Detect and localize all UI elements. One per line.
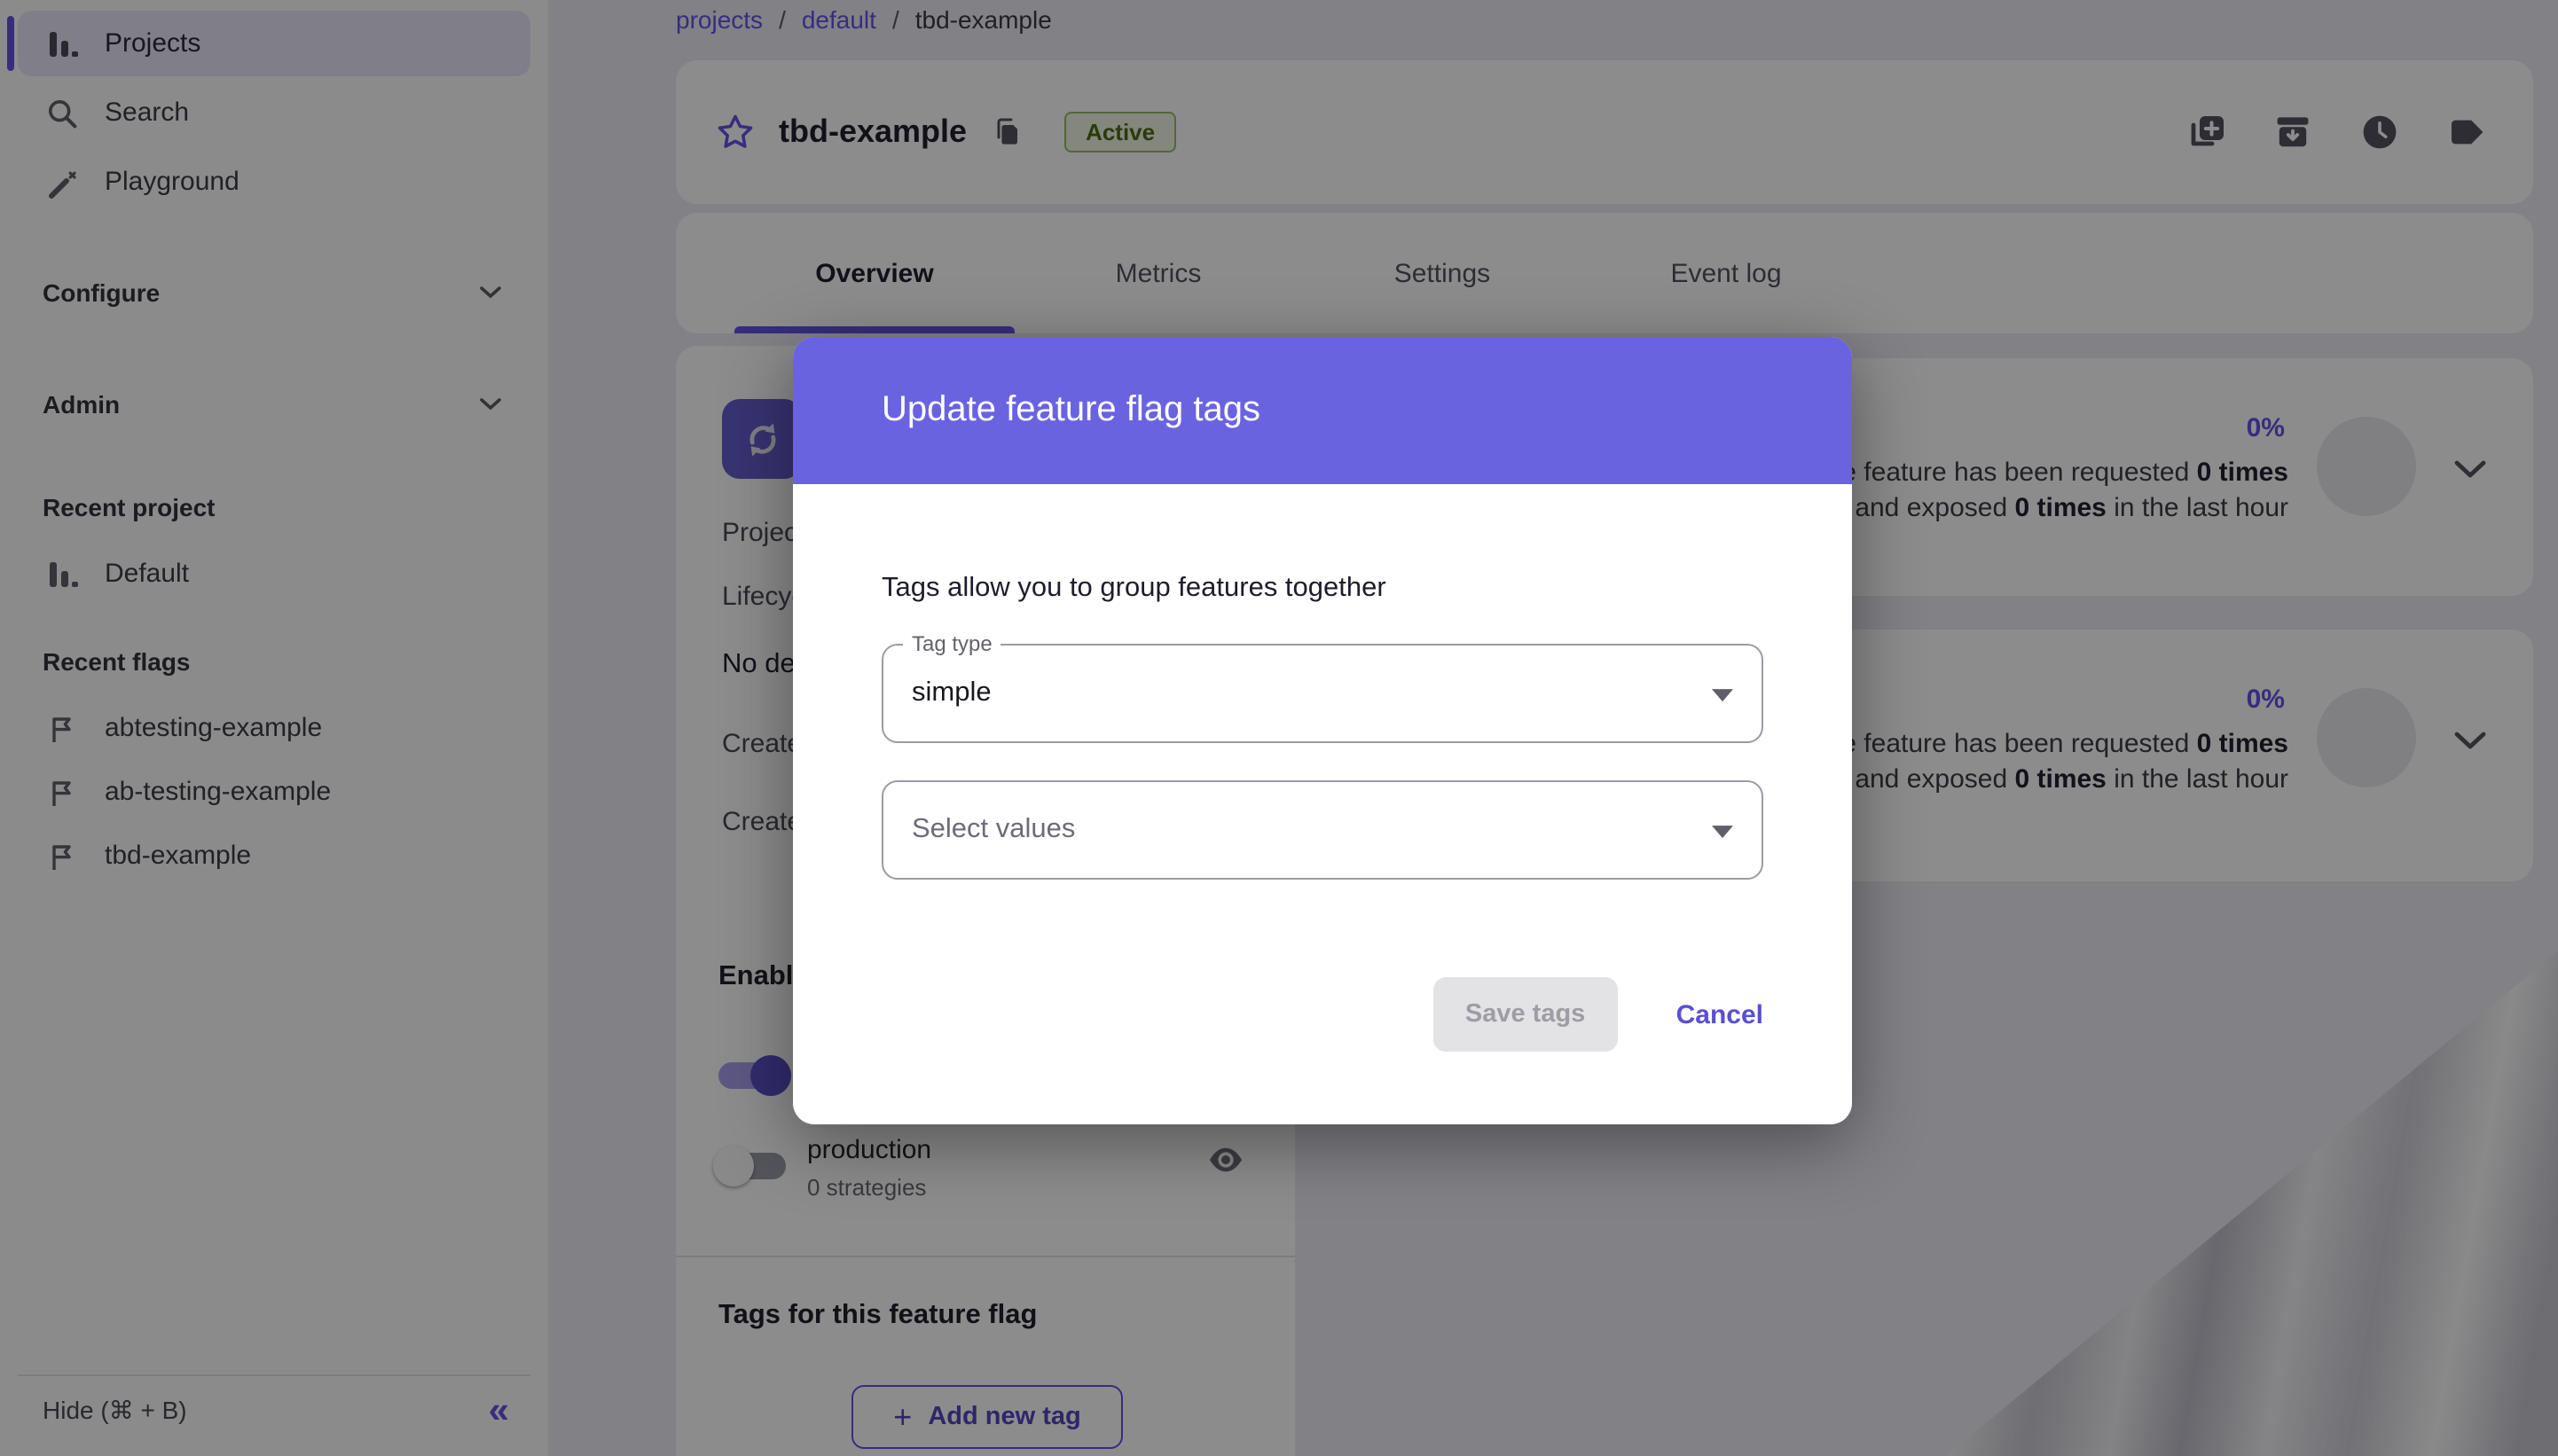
cancel-button[interactable]: Cancel	[1676, 999, 1763, 1029]
tag-type-select[interactable]: Tag type simple	[882, 631, 1763, 743]
tag-values-placeholder: Select values	[912, 814, 1076, 844]
screen: Projects Search Playground Configure Adm…	[0, 0, 2558, 1456]
modal-title: Update feature flag tags	[882, 390, 1260, 429]
app-viewport: Projects Search Playground Configure Adm…	[0, 0, 2558, 1456]
tag-type-value: simple	[912, 677, 992, 708]
modal-description: Tags allow you to group features togethe…	[882, 573, 1386, 603]
modal-body: Tags allow you to group features togethe…	[793, 573, 1852, 1052]
update-tags-modal: Update feature flag tags Tags allow you …	[793, 337, 1852, 1124]
modal-header: Update feature flag tags	[793, 337, 1852, 484]
save-tags-button[interactable]: Save tags	[1432, 977, 1618, 1052]
tag-values-select[interactable]: Select values	[882, 780, 1763, 880]
dropdown-arrow-icon	[1712, 689, 1733, 702]
tag-type-label: Tag type	[903, 631, 1001, 656]
modal-actions: Save tags Cancel	[882, 977, 1763, 1052]
dropdown-arrow-icon	[1712, 826, 1733, 839]
